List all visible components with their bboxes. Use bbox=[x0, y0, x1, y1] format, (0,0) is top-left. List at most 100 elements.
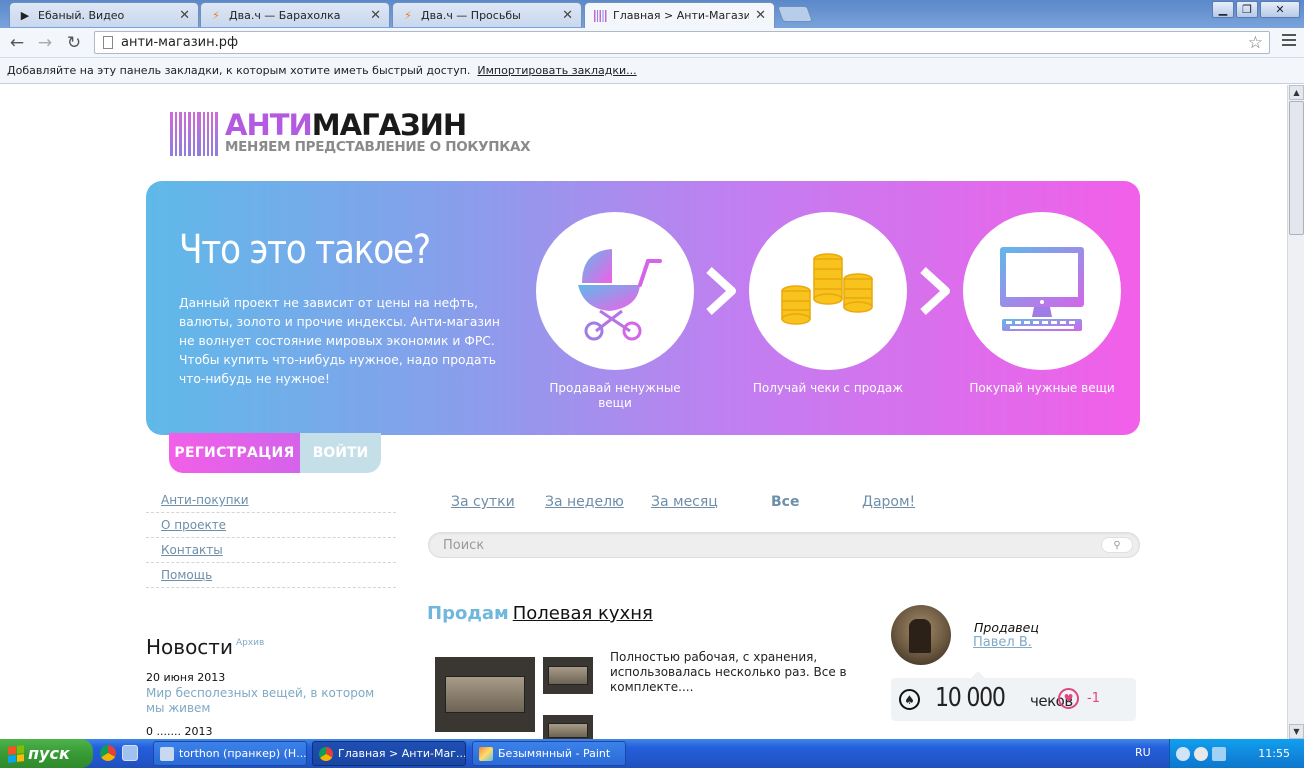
computer-icon bbox=[1000, 247, 1084, 331]
listing-thumb-photo[interactable] bbox=[543, 715, 593, 739]
scroll-up-icon[interactable]: ▲ bbox=[1289, 85, 1304, 100]
listing-card: Продам Полевая кухня Полностью рабочая, с… bbox=[427, 603, 857, 739]
search-input[interactable]: Поиск ⚲ bbox=[428, 532, 1140, 558]
network-icon[interactable] bbox=[1212, 746, 1226, 761]
tab-label: Два.ч — Просьбы bbox=[421, 8, 521, 22]
filter-free[interactable]: Даром! bbox=[862, 494, 915, 510]
news-section: Новости Архив 20 июня 2013 Мир бесполезн… bbox=[146, 635, 396, 738]
clock: 11:55 bbox=[1258, 747, 1290, 760]
window-close-icon[interactable]: ✕ bbox=[1260, 1, 1300, 18]
forward-icon[interactable]: → bbox=[34, 32, 56, 54]
vertical-scrollbar[interactable]: ▲ ▼ bbox=[1287, 85, 1304, 739]
nav-item-about: О проекте bbox=[146, 513, 396, 538]
menu-icon[interactable] bbox=[1282, 34, 1296, 46]
step-receive: Получай чеки с продаж bbox=[749, 212, 907, 396]
coins-icon bbox=[781, 253, 873, 325]
star-icon[interactable]: ☆ bbox=[1248, 33, 1263, 53]
filter-link[interactable]: За сутки bbox=[451, 494, 515, 510]
taskbar-item-paint[interactable]: Безымянный - Paint bbox=[472, 741, 626, 766]
stroller-icon bbox=[578, 249, 662, 341]
search-icon[interactable]: ⚲ bbox=[1101, 537, 1133, 553]
news-item-link[interactable]: Мир бесполезных вещей, в котором мы живе… bbox=[146, 686, 396, 716]
show-desktop-icon[interactable] bbox=[122, 745, 138, 761]
listing-thumb-photo[interactable] bbox=[543, 657, 593, 694]
seller-avatar[interactable] bbox=[891, 605, 951, 665]
tray-arrow-icon[interactable] bbox=[1176, 746, 1190, 761]
seller-role: Продавец bbox=[974, 620, 1039, 635]
tab-video[interactable]: ▶ Ебаный. Видео ✕ bbox=[9, 2, 199, 27]
nav-item-anti-purchases: Анти-покупки bbox=[146, 488, 396, 513]
seller-name-link[interactable]: Павел В. bbox=[973, 635, 1032, 650]
scrollbar-thumb[interactable] bbox=[1289, 101, 1304, 235]
news-heading: Новости Архив bbox=[146, 635, 396, 659]
tab-baraholka[interactable]: ⚡ Два.ч — Барахолка ✕ bbox=[200, 2, 390, 27]
nav-link[interactable]: Контакты bbox=[161, 543, 223, 557]
listing-main-photo[interactable] bbox=[435, 657, 535, 732]
task-label: torthon (пранкер) (Н... bbox=[179, 747, 307, 760]
user-icon[interactable] bbox=[1194, 746, 1208, 761]
chevron-right-icon bbox=[706, 267, 736, 315]
chrome-icon bbox=[319, 746, 333, 761]
step-circle bbox=[963, 212, 1121, 370]
scroll-down-icon[interactable]: ▼ bbox=[1289, 724, 1304, 739]
hero-desc-1: Данный проект не зависит от цены на нефт… bbox=[179, 296, 500, 348]
barcode-logo-icon bbox=[170, 112, 218, 156]
price-box: ♠ 10 000 чеков ♥ -1 bbox=[891, 671, 1136, 721]
listing-title-link[interactable]: Полевая кухня bbox=[513, 603, 653, 624]
hero-banner: Что это такое? Данный проект не зависит … bbox=[146, 181, 1140, 435]
tab-label: Два.ч — Барахолка bbox=[229, 8, 341, 22]
page-icon bbox=[103, 36, 113, 49]
filter-week[interactable]: За неделю bbox=[545, 494, 624, 510]
chrome-icon[interactable] bbox=[100, 745, 116, 761]
import-bookmarks-link[interactable]: Импортировать закладки... bbox=[477, 64, 636, 77]
restore-icon[interactable]: ❐ bbox=[1236, 1, 1258, 18]
taskbar-item-torthon[interactable]: torthon (пранкер) (Н... bbox=[153, 741, 307, 766]
nav-link[interactable]: О проекте bbox=[161, 518, 226, 532]
logo-anti: АНТИ bbox=[225, 108, 313, 142]
address-bar[interactable]: анти-магазин.рф ☆ bbox=[94, 31, 1270, 54]
nav-link[interactable]: Помощь bbox=[161, 568, 212, 582]
step-circle bbox=[536, 212, 694, 370]
window-controls: ▁ ❐ ✕ bbox=[1212, 1, 1300, 18]
logo-shop: МАГАЗИН bbox=[311, 108, 467, 142]
minimize-icon[interactable]: ▁ bbox=[1212, 1, 1234, 18]
close-icon[interactable]: ✕ bbox=[562, 8, 573, 23]
step-sell: Продавай ненужные вещи bbox=[536, 212, 694, 411]
heart-icon[interactable]: ♥ bbox=[1058, 688, 1079, 709]
close-icon[interactable]: ✕ bbox=[179, 8, 190, 23]
listing-description: Полностью рабочая, с хранения, использов… bbox=[610, 650, 847, 694]
filter-link[interactable]: За неделю bbox=[545, 494, 624, 510]
tab-label: Ебаный. Видео bbox=[38, 8, 125, 22]
login-button[interactable]: ВОЙТИ bbox=[300, 433, 381, 473]
step-buy: Покупай нужные вещи bbox=[963, 212, 1121, 396]
lightning-icon: ⚡ bbox=[212, 8, 220, 22]
step-label: Продавай ненужные вещи bbox=[549, 381, 681, 410]
tab-prosby[interactable]: ⚡ Два.ч — Просьбы ✕ bbox=[392, 2, 582, 27]
chevron-right-icon bbox=[920, 267, 950, 315]
new-tab-button[interactable] bbox=[777, 6, 813, 22]
news-archive-link[interactable]: Архив bbox=[236, 638, 264, 648]
filter-day[interactable]: За сутки bbox=[451, 494, 515, 510]
side-navigation: Анти-покупки О проекте Контакты Помощь bbox=[146, 488, 396, 588]
filter-link[interactable]: За месяц bbox=[651, 494, 718, 510]
listing-heading: Продам Полевая кухня bbox=[427, 603, 857, 624]
close-icon[interactable]: ✕ bbox=[755, 8, 766, 23]
start-button[interactable]: пуск bbox=[0, 739, 93, 768]
nav-link[interactable]: Анти-покупки bbox=[161, 493, 249, 507]
taskbar-item-chrome[interactable]: Главная > Анти-Маг... bbox=[312, 741, 466, 766]
search-placeholder: Поиск bbox=[443, 537, 485, 553]
hero-title: Что это такое? bbox=[179, 227, 431, 273]
back-icon[interactable]: ← bbox=[6, 32, 28, 54]
reload-icon[interactable]: ↻ bbox=[63, 32, 85, 54]
filter-all[interactable]: Все bbox=[771, 494, 799, 510]
listing-type: Продам bbox=[427, 603, 509, 624]
windows-logo-icon bbox=[8, 744, 24, 763]
register-button[interactable]: РЕГИСТРАЦИЯ bbox=[169, 433, 300, 473]
browser-toolbar: ← → ↻ анти-магазин.рф ☆ bbox=[0, 28, 1304, 58]
filter-link[interactable]: Даром! bbox=[862, 494, 915, 510]
filter-month[interactable]: За месяц bbox=[651, 494, 718, 510]
language-indicator[interactable]: RU bbox=[1135, 746, 1151, 759]
tab-anti-magazin[interactable]: Главная > Анти-Магазин ✕ bbox=[584, 2, 775, 28]
close-icon[interactable]: ✕ bbox=[370, 8, 381, 23]
price-value: 10 000 bbox=[935, 683, 1006, 713]
